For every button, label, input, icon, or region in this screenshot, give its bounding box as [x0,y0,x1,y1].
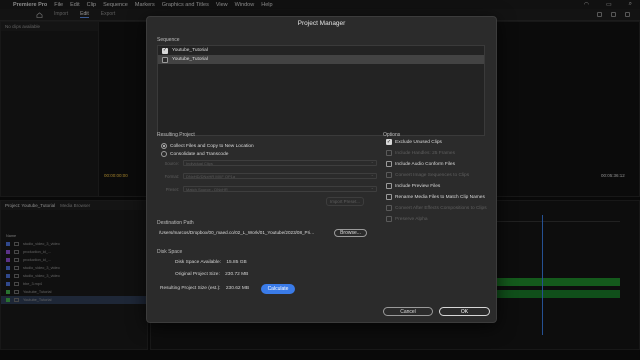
option-checkbox[interactable]: ✓ [386,139,392,145]
option-label: Convert After Effects Compositions to Cl… [395,205,487,211]
dialog-title: Project Manager [297,20,346,27]
option-preview-files[interactable]: Include Preview Files [386,183,440,189]
option-label: Include Audio Conform Files [395,161,455,167]
preset-row: Preset: Match Source - DNxHR [147,185,377,192]
option-exclude-unused[interactable]: ✓ Exclude Unused Clips [386,139,442,145]
sequence-checkbox[interactable] [162,56,168,63]
option-convert-ae[interactable]: Convert After Effects Compositions to Cl… [386,205,487,211]
consolidate-radio[interactable] [161,151,167,157]
sequence-checkbox[interactable]: ✓ [162,47,168,54]
sequence-name: Youtube_Tutorial [172,48,208,53]
option-checkbox[interactable] [386,194,392,200]
disk-available-value: 15.85 GB [226,260,247,265]
browse-button[interactable]: Browse... [334,229,367,237]
project-manager-dialog: Project Manager Sequence ✓ Youtube_Tutor… [146,16,497,323]
source-label: Source: [164,160,179,166]
calculate-button[interactable]: Calculate [261,284,295,294]
resulting-size-line: Resulting Project Size (est.): 230.62 MB [160,286,249,291]
resulting-project-label: Resulting Project [157,132,195,138]
resulting-size-label: Resulting Project Size (est.): [160,286,221,291]
cancel-button[interactable]: Cancel [383,307,433,316]
consolidate-label: Consolidate and Transcode [170,151,229,157]
destination-path: /Users/marcos/Dropbox/00_maed.co/02_L_Wo… [159,230,315,235]
original-size-value: 230.72 MB [225,272,249,277]
sequence-list: ✓ Youtube_Tutorial Youtube_Tutorial [157,45,485,136]
collect-files-label: Collect Files and Copy to New Location [170,143,254,149]
option-checkbox[interactable] [386,150,392,156]
option-audio-conform[interactable]: Include Audio Conform Files [386,161,455,167]
preset-label: Preset: [165,186,179,192]
consolidate-option[interactable]: Consolidate and Transcode [161,151,228,157]
sequence-row[interactable]: Youtube_Tutorial [158,55,484,64]
source-row: Source: Individual Clips [147,159,377,166]
option-label: Convert Image Sequences to Clips [395,172,470,178]
format-select[interactable]: DNxHD/DNxHR MXF OP1a [183,172,377,179]
option-rename-media[interactable]: Rename Media Files to Match Clip Names [386,194,485,200]
sequence-row[interactable]: ✓ Youtube_Tutorial [158,46,484,55]
destination-label: Destination Path [157,220,194,226]
disk-available-label: Disk Space Available: [175,260,222,265]
import-preset-button[interactable]: Import Preset... [326,197,364,206]
format-row: Format: DNxHD/DNxHR MXF OP1a [147,172,377,179]
option-label: Preserve Alpha [395,216,428,222]
option-image-sequences[interactable]: Convert Image Sequences to Clips [386,172,469,178]
collect-files-option[interactable]: Collect Files and Copy to New Location [161,143,254,149]
disk-available-line: Disk Space Available: 15.85 GB [175,260,247,265]
format-label: Format: [164,173,179,179]
option-include-handles[interactable]: Include Handles: 25 Frames [386,150,455,156]
option-label: Exclude Unused Clips [395,139,442,145]
option-label: Rename Media Files to Match Clip Names [395,194,485,200]
option-checkbox[interactable] [386,172,392,178]
original-size-line: Original Project Size: 230.72 MB [175,272,248,277]
preset-select[interactable]: Match Source - DNxHR [183,185,377,192]
option-label: Include Handles: 25 Frames [395,150,455,156]
option-checkbox[interactable] [386,183,392,189]
option-preserve-alpha[interactable]: Preserve Alpha [386,216,428,222]
option-label: Include Preview Files [395,183,441,189]
option-checkbox[interactable] [386,161,392,167]
sequence-section-label: Sequence [157,37,180,43]
sequence-name: Youtube_Tutorial [172,57,208,62]
options-label: Options [383,132,401,138]
option-checkbox[interactable] [386,205,392,211]
collect-files-radio[interactable] [161,143,167,149]
disk-space-label: Disk Space [157,249,183,255]
ok-button[interactable]: OK [439,307,490,316]
original-size-label: Original Project Size: [175,272,220,277]
source-select[interactable]: Individual Clips [183,159,377,166]
resulting-size-value: 230.62 MB [225,286,250,291]
option-checkbox[interactable] [386,216,392,222]
